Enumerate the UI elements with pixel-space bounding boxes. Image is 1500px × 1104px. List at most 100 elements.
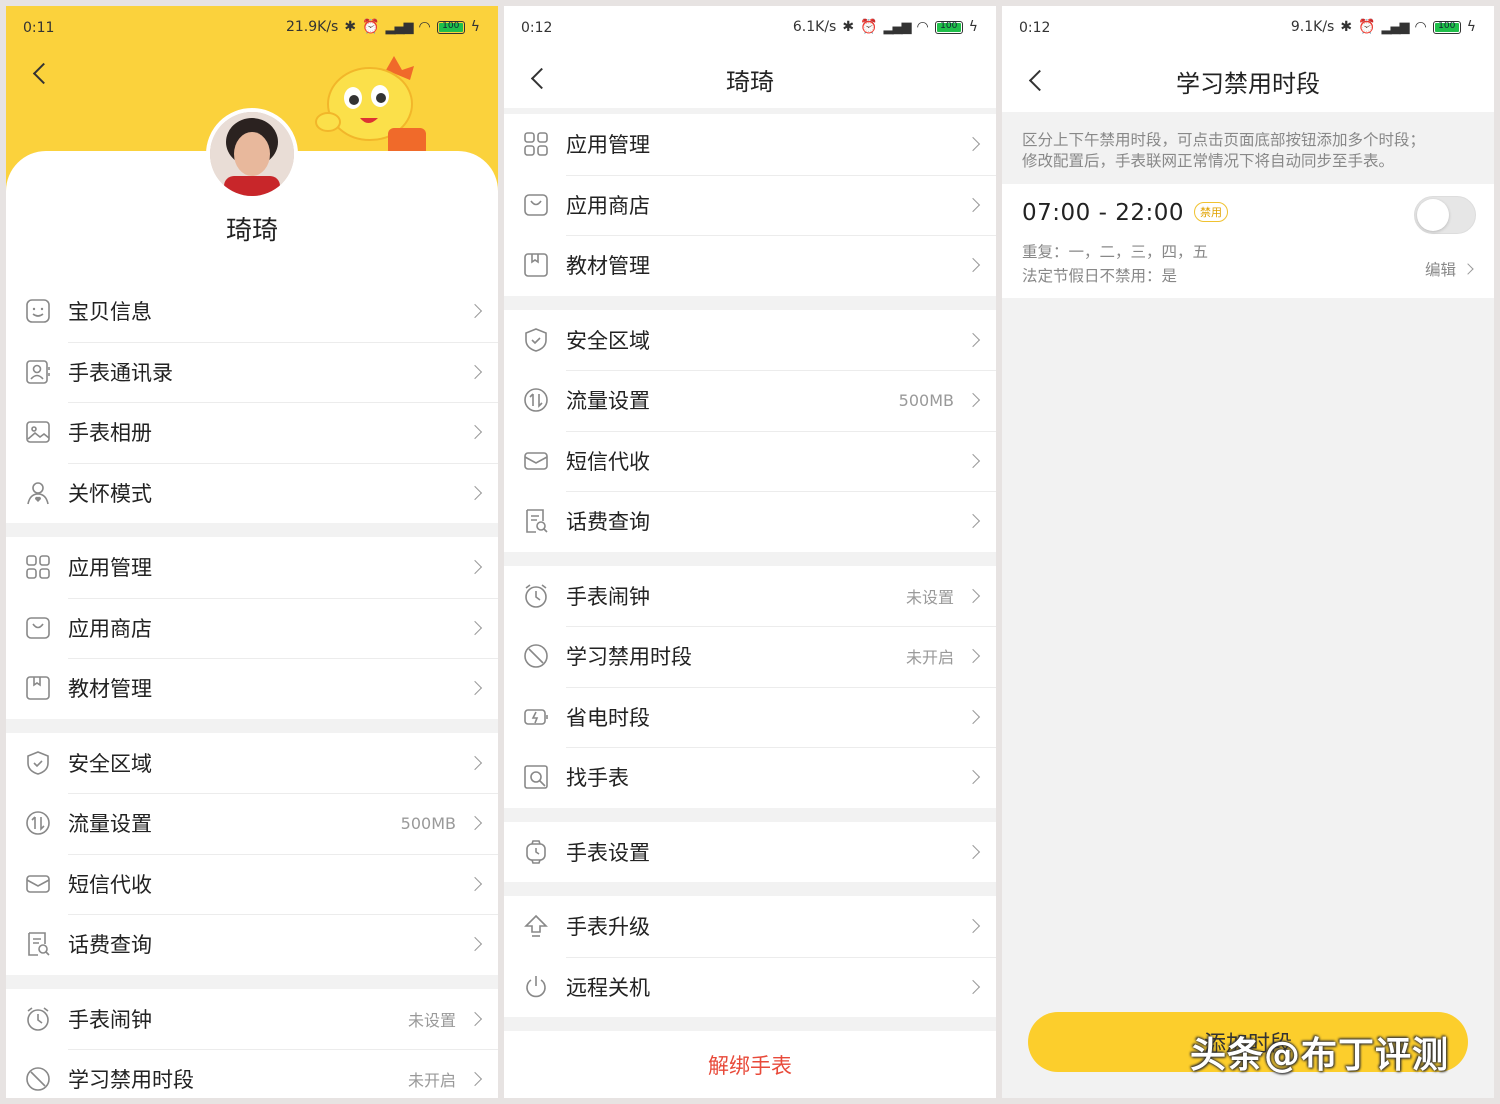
chevron-right-icon [965,588,981,603]
status-badge: 禁用 [1194,202,1228,222]
note-line-1: 区分上下午禁用时段，可点击页面底部按钮添加多个时段； [1022,131,1426,149]
list-item-label: 远程关机 [566,975,650,1000]
avatar[interactable] [206,108,298,200]
chevron-right-icon [965,197,981,212]
chevron-right-icon [467,681,483,696]
face-icon [24,297,52,325]
network-speed: 6.1K/s [792,19,837,35]
chevron-right-icon [467,755,483,770]
slot-toggle[interactable] [1414,196,1476,234]
mail-icon [522,447,550,475]
bluetooth-icon: ✱ [842,19,855,35]
list-item[interactable]: 应用管理 [504,114,996,175]
slot-repeat: 重复：一，二，三，四，五 [1022,243,1209,261]
list-item[interactable]: 手表闹钟 未设置 [504,566,996,627]
settings-group: 应用管理应用商店教材管理 [6,537,498,719]
settings-group: 手表闹钟 未设置 学习禁用时段 未开启 省电时段找手表 [504,565,996,808]
list-item-label: 应用管理 [566,133,650,158]
chevron-right-icon [965,709,981,724]
list-item-label: 关怀模式 [68,481,152,506]
status-bar: 0:12 6.1K/s ✱ ⏰ ▂▄▆ ◠ 100 ϟ [504,6,996,50]
signal-icon: ▂▄▆ [385,19,414,35]
list-item[interactable]: 应用商店 [6,597,498,659]
list-item-label: 学习禁用时段 [68,1068,194,1093]
list-item[interactable]: 远程关机 [504,956,996,1018]
list-item[interactable]: 安全区域 [504,310,996,371]
list-item-value: 未设置 [407,1010,456,1030]
list-item-label: 短信代收 [68,872,152,897]
status-icons: 21.9K/s ✱ ⏰ ▂▄▆ ◠ 100 ϟ [286,19,480,35]
shield-icon [24,749,52,777]
status-bar: 0:11 21.9K/s ✱ ⏰ ▂▄▆ ◠ 100 ϟ [6,6,498,50]
charging-icon: ϟ [968,19,978,35]
list-item[interactable]: 应用管理 [6,537,498,598]
list-item[interactable]: 学习禁用时段 未开启 [504,626,996,687]
list-item-label: 手表设置 [566,840,650,865]
edit-button[interactable]: 编辑 [1424,258,1474,280]
edit-label: 编辑 [1424,261,1456,279]
status-icons: 6.1K/s ✱ ⏰ ▂▄▆ ◠ 100 ϟ [793,19,978,35]
list-item[interactable]: 手表设置 [504,822,996,883]
bluetooth-icon: ✱ [1340,19,1353,35]
list-item[interactable]: 应用商店 [504,174,996,236]
list-item[interactable]: 短信代收 [6,853,498,915]
list-item-value: 500MB [898,390,954,410]
power-icon [522,973,550,1001]
settings-group: 宝贝信息 手表通讯录手表相册关怀模式 [6,281,498,523]
list-item[interactable]: 短信代收 [504,430,996,492]
list-item-value: 500MB [400,813,456,833]
list-item-label: 短信代收 [566,449,650,474]
book-icon [24,674,52,702]
chevron-right-icon [467,937,483,952]
list-item[interactable]: 学习禁用时段 未开启 [6,1049,498,1098]
status-bar: 0:12 9.1K/s ✱ ⏰ ▂▄▆ ◠ 100 ϟ [1002,6,1494,50]
list-item[interactable]: 流量设置 500MB [6,793,498,854]
list-item[interactable]: 手表相册 [6,402,498,463]
photo-icon [24,418,52,446]
list-item-label: 找手表 [566,766,629,791]
list-item[interactable]: 手表通讯录 [6,341,498,403]
book-icon [522,251,550,279]
list-item-label: 流量设置 [566,389,650,414]
chevron-right-icon [965,137,981,152]
list-item[interactable]: 教材管理 [504,235,996,296]
list-item-label: 应用商店 [68,616,152,641]
charging-icon: ϟ [1466,19,1476,35]
wifi-icon: ◠ [418,19,431,35]
care-icon [24,479,52,507]
list-item[interactable]: 手表升级 [504,896,996,957]
list-item-value: 未设置 [905,587,954,607]
chevron-right-icon [467,485,483,500]
list-item[interactable]: 宝贝信息 [6,281,498,342]
settings-screen: 0:12 6.1K/s ✱ ⏰ ▂▄▆ ◠ 100 ϟ 琦琦 应用管理 应用商店教… [504,6,996,1098]
list-item[interactable]: 话费查询 [504,491,996,552]
battery-icon: 100 [1432,20,1461,34]
list-item-label: 流量设置 [68,812,152,837]
list-item[interactable]: 找手表 [504,747,996,808]
time-slot-card[interactable]: 07:00 - 22:00 禁用 重复：一，二，三，四，五 法定节假日不禁用：是 … [1002,184,1494,298]
settings-group: 手表升级 远程关机 [504,896,996,1017]
alarm-icon [522,582,550,610]
list-item-label: 应用商店 [566,193,650,218]
status-time: 0:12 [1019,20,1051,36]
chevron-right-icon [467,876,483,891]
back-button[interactable] [1028,69,1051,92]
list-item-label: 应用管理 [68,556,152,581]
chevron-right-icon [965,979,981,994]
study-ban-period-screen: 0:12 9.1K/s ✱ ⏰ ▂▄▆ ◠ 100 ϟ 学习禁用时段 区分上下午… [1002,6,1494,1098]
unbind-watch-button[interactable]: 解绑手表 [504,1031,996,1098]
list-item-value: 未开启 [905,648,954,668]
list-item[interactable]: 关怀模式 [6,462,498,524]
list-item[interactable]: 流量设置 500MB [504,370,996,431]
chevron-right-icon [1462,263,1474,275]
list-item[interactable]: 省电时段 [504,686,996,748]
list-item[interactable]: 安全区域 [6,733,498,794]
alarm-icon [24,1005,52,1033]
list-item[interactable]: 话费查询 [6,914,498,975]
back-button[interactable] [530,67,553,90]
list-item-label: 手表相册 [68,421,152,446]
list-item-label: 手表升级 [566,915,650,940]
settings-group: 安全区域流量设置 500MB 短信代收话费查询 [504,309,996,552]
list-item[interactable]: 手表闹钟 未设置 [6,989,498,1050]
list-item[interactable]: 教材管理 [6,658,498,719]
